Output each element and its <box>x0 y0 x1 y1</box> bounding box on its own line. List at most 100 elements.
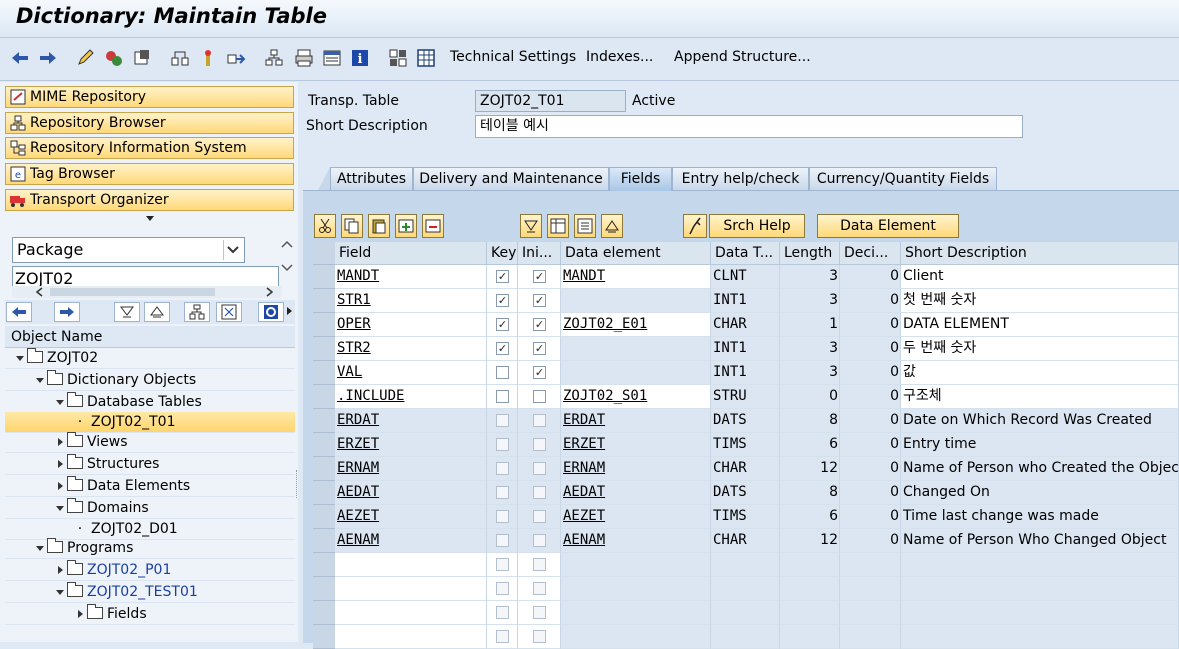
initial-values-checkbox-cell[interactable] <box>518 457 561 481</box>
key-checkbox[interactable]: ✓ <box>496 342 509 355</box>
data-type-cell[interactable]: CHAR <box>711 457 780 481</box>
hierarchy-icon[interactable] <box>184 302 210 322</box>
initial-values-checkbox-cell[interactable]: ✓ <box>518 289 561 313</box>
display-object-list-icon[interactable] <box>322 48 342 68</box>
info-icon[interactable]: i <box>350 48 370 68</box>
where-used-icon[interactable] <box>170 48 190 68</box>
chevron-down-icon[interactable] <box>33 378 47 383</box>
decimals-cell[interactable]: 0 <box>840 337 901 361</box>
expand-all-icon[interactable] <box>114 302 140 322</box>
initial-values-checkbox-cell[interactable]: ✓ <box>518 361 561 385</box>
length-cell[interactable] <box>780 577 840 601</box>
data-type-cell[interactable] <box>711 577 780 601</box>
key-checkbox-cell[interactable]: ✓ <box>487 289 518 313</box>
initial-values-checkbox-cell[interactable] <box>518 433 561 457</box>
edit-pencil-icon[interactable] <box>76 48 96 68</box>
chevron-right-icon[interactable] <box>53 482 67 490</box>
tree-node[interactable]: Database Tables <box>5 392 295 413</box>
col-length-header[interactable]: Length <box>780 242 840 265</box>
initial-values-checkbox[interactable] <box>533 510 546 523</box>
short-description-cell[interactable]: 첫 번째 숫자 <box>901 289 1179 313</box>
col-initial-values-header[interactable]: Ini... <box>518 242 561 265</box>
short-description-cell[interactable]: Time last change was made <box>901 505 1179 529</box>
decimals-cell[interactable]: 0 <box>840 265 901 289</box>
insert-icon[interactable] <box>198 48 218 68</box>
repository-browser-button[interactable]: Repository Browser <box>5 112 294 134</box>
initial-values-checkbox-cell[interactable] <box>518 409 561 433</box>
row-selector[interactable] <box>313 433 335 457</box>
initial-values-checkbox-cell[interactable] <box>518 577 561 601</box>
data-element-cell[interactable] <box>561 337 711 361</box>
layout-icon[interactable] <box>574 214 596 238</box>
short-description-cell[interactable]: 구조체 <box>901 385 1179 409</box>
length-cell[interactable]: 6 <box>780 505 840 529</box>
chevron-down-icon[interactable] <box>13 356 27 361</box>
key-checkbox[interactable] <box>496 510 509 523</box>
field-name-cell[interactable]: VAL <box>335 361 487 385</box>
initial-values-checkbox-cell[interactable] <box>518 481 561 505</box>
key-checkbox-cell[interactable] <box>487 553 518 577</box>
row-selector[interactable] <box>313 409 335 433</box>
field-name-cell[interactable]: ERZET <box>335 433 487 457</box>
short-description-cell[interactable]: Date on Which Record Was Created <box>901 409 1179 433</box>
length-cell[interactable]: 8 <box>780 409 840 433</box>
chevron-down-icon[interactable] <box>223 240 242 260</box>
refresh-icon[interactable] <box>258 302 284 322</box>
initial-values-checkbox[interactable] <box>533 438 546 451</box>
display-change-icon[interactable] <box>104 48 124 68</box>
forward-arrow-icon[interactable] <box>38 48 58 68</box>
tree-node[interactable]: ZOJT02_TEST01 <box>5 582 295 603</box>
data-element-cell[interactable]: MANDT <box>561 265 711 289</box>
delete-row-icon[interactable] <box>422 214 444 238</box>
data-element-cell[interactable]: ZOJT02_S01 <box>561 385 711 409</box>
field-name-cell[interactable]: MANDT <box>335 265 487 289</box>
initial-values-checkbox-cell[interactable]: ✓ <box>518 265 561 289</box>
initial-values-checkbox[interactable]: ✓ <box>533 294 546 307</box>
initial-values-checkbox-cell[interactable]: ✓ <box>518 337 561 361</box>
chevron-right-icon[interactable] <box>53 460 67 468</box>
initial-values-checkbox-cell[interactable] <box>518 529 561 553</box>
field-name-cell[interactable]: STR1 <box>335 289 487 313</box>
column-settings-icon[interactable] <box>547 214 569 238</box>
activate-icon[interactable] <box>132 48 152 68</box>
key-checkbox[interactable] <box>496 438 509 451</box>
technical-settings-button[interactable]: Technical Settings <box>450 49 576 65</box>
data-element-cell[interactable]: AEDAT <box>561 481 711 505</box>
field-name-cell[interactable]: ERDAT <box>335 409 487 433</box>
col-short-description-header[interactable]: Short Description <box>901 242 1179 265</box>
key-checkbox[interactable] <box>496 534 509 547</box>
field-name-cell[interactable]: .INCLUDE <box>335 385 487 409</box>
data-element-cell[interactable]: AEZET <box>561 505 711 529</box>
initial-values-checkbox[interactable] <box>533 462 546 475</box>
decimals-cell[interactable]: 0 <box>840 385 901 409</box>
tab-fields[interactable]: Fields <box>609 167 672 191</box>
col-data-type-header[interactable]: Data T... <box>711 242 780 265</box>
key-checkbox-cell[interactable] <box>487 409 518 433</box>
length-cell[interactable]: 12 <box>780 529 840 553</box>
data-element-cell[interactable]: AENAM <box>561 529 711 553</box>
field-name-cell[interactable]: STR2 <box>335 337 487 361</box>
row-selector[interactable] <box>313 337 335 361</box>
data-type-cell[interactable]: CHAR <box>711 529 780 553</box>
data-element-cell[interactable] <box>561 577 711 601</box>
decimals-cell[interactable]: 0 <box>840 433 901 457</box>
data-type-cell[interactable]: DATS <box>711 481 780 505</box>
decimals-cell[interactable]: 0 <box>840 361 901 385</box>
tree-node[interactable]: Programs <box>5 538 295 559</box>
chevron-down-icon[interactable] <box>33 546 47 551</box>
sort-ascending-icon[interactable] <box>520 214 542 238</box>
row-selector[interactable] <box>313 457 335 481</box>
field-name-cell[interactable] <box>335 601 487 625</box>
initial-values-checkbox-cell[interactable] <box>518 505 561 529</box>
row-selector[interactable] <box>313 553 335 577</box>
initial-values-checkbox-cell[interactable] <box>518 553 561 577</box>
field-name-cell[interactable]: ERNAM <box>335 457 487 481</box>
initial-values-checkbox-cell[interactable] <box>518 385 561 409</box>
short-description-cell[interactable]: Changed On <box>901 481 1179 505</box>
key-checkbox-cell[interactable] <box>487 529 518 553</box>
col-key-header[interactable]: Key <box>487 242 518 265</box>
row-selector[interactable] <box>313 625 335 649</box>
decimals-cell[interactable] <box>840 625 901 649</box>
data-type-cell[interactable] <box>711 601 780 625</box>
length-cell[interactable] <box>780 625 840 649</box>
